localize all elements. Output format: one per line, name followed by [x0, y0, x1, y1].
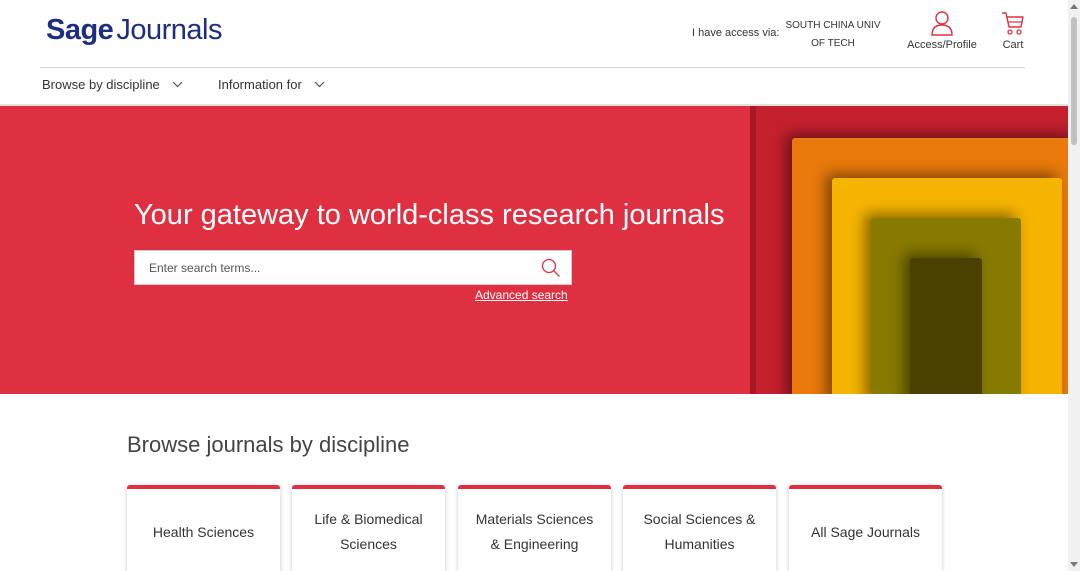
- chevron-down-icon: [314, 81, 325, 88]
- nav-browse-by-discipline[interactable]: Browse by discipline: [42, 77, 183, 92]
- card-label-line-2: Sciences: [340, 536, 397, 552]
- nav-info-label: Information for: [218, 77, 302, 92]
- logo-journals-text: Journals: [116, 14, 222, 46]
- header-divider: [40, 67, 1025, 68]
- artwork-square-dark: [910, 258, 982, 394]
- card-label: All Sage Journals: [811, 523, 920, 540]
- card-label: Materials Sciences: [475, 511, 594, 527]
- scroll-up-arrow[interactable]: [1070, 4, 1078, 9]
- discipline-card-materials-engineering[interactable]: Materials Sciences & Engineering: [458, 485, 611, 571]
- nav-information-for[interactable]: Information for: [218, 77, 325, 92]
- institution-line-2: OF TECH: [811, 38, 855, 49]
- hero-title: Your gateway to world-class research jou…: [134, 199, 725, 231]
- nav-browse-label: Browse by discipline: [42, 77, 160, 92]
- chevron-down-icon: [172, 81, 183, 88]
- cart-label: Cart: [1002, 39, 1024, 51]
- discipline-card-life-biomedical[interactable]: Life & Biomedical Sciences: [292, 485, 445, 571]
- institution-line-1: SOUTH CHINA UNIV: [785, 20, 881, 31]
- hero-banner: Your gateway to world-class research jou…: [0, 106, 1068, 394]
- discipline-card-social-sciences[interactable]: Social Sciences & Humanities: [623, 485, 776, 571]
- access-via-label: I have access via:: [692, 27, 780, 39]
- site-header: Sage Journals I have access via: SOUTH CH…: [0, 0, 1068, 105]
- search-box: [134, 250, 572, 285]
- card-label: Health Sciences: [152, 523, 255, 540]
- advanced-search-link[interactable]: Advanced search: [475, 288, 568, 302]
- logo-sage-text: Sage: [46, 14, 114, 46]
- hero-decorative-artwork: [750, 106, 1068, 394]
- scroll-thumb[interactable]: [1071, 17, 1077, 145]
- sage-journals-logo[interactable]: Sage Journals: [46, 14, 222, 47]
- discipline-card-all-journals[interactable]: All Sage Journals: [789, 485, 942, 571]
- cart-icon: [1002, 12, 1024, 35]
- artwork-edge: [750, 106, 756, 394]
- card-label: Life & Biomedical: [314, 511, 423, 527]
- user-icon: [931, 11, 953, 36]
- search-icon[interactable]: [541, 258, 561, 278]
- institution-name: SOUTH CHINA UNIV OF TECH: [780, 17, 886, 53]
- access-profile-label: Access/Profile: [907, 39, 977, 51]
- cart-button[interactable]: Cart: [996, 10, 1030, 51]
- scroll-down-arrow[interactable]: [1070, 562, 1078, 567]
- access-profile-button[interactable]: Access/Profile: [905, 10, 979, 51]
- search-input[interactable]: [135, 251, 515, 284]
- card-label: Social Sciences &: [643, 511, 756, 527]
- card-label-line-2: & Engineering: [490, 536, 579, 552]
- card-label-line-2: Humanities: [664, 536, 735, 552]
- browse-disciplines-title: Browse journals by discipline: [127, 432, 410, 457]
- discipline-card-health-sciences[interactable]: Health Sciences: [127, 485, 280, 571]
- page-scrollbar[interactable]: [1068, 0, 1080, 571]
